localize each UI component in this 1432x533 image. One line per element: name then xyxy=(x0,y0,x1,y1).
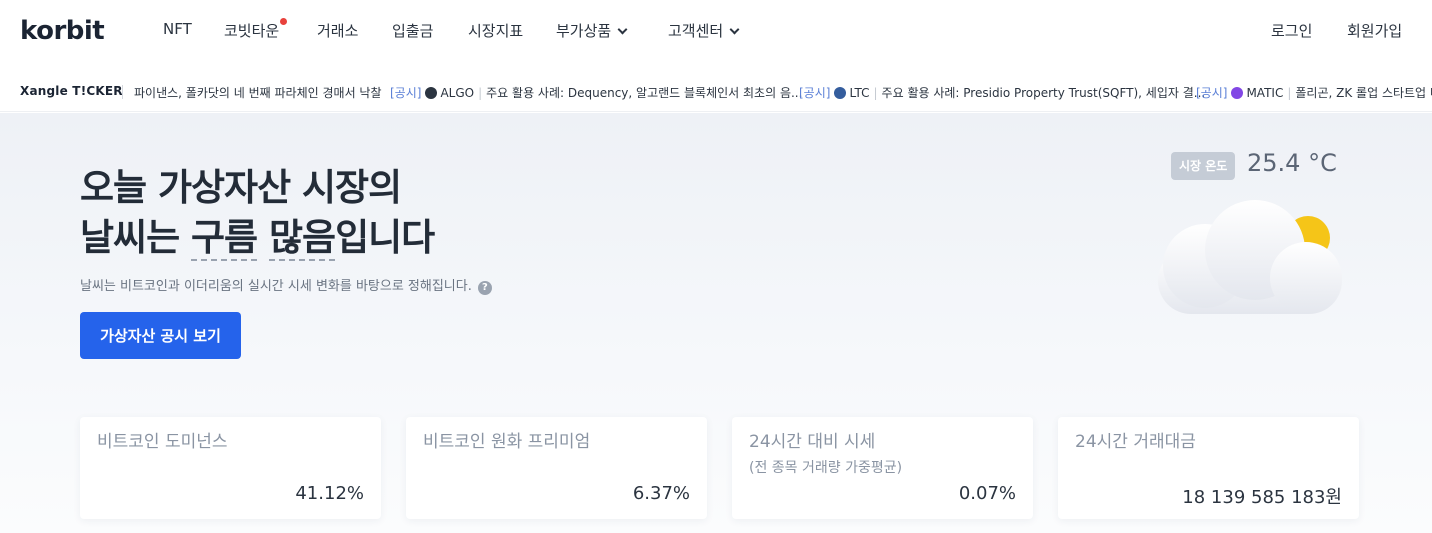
news-ticker: Xangle T!CKER 파이낸스, 폴카닷의 네 번째 파라체인 경매서 낙… xyxy=(0,72,1432,112)
cloudy-weather-icon xyxy=(1158,200,1342,314)
ticker-text: 폴리곤, ZK 롤업 스타트업 미 xyxy=(1295,86,1432,100)
card-value: 18 139 585 183원 xyxy=(1182,487,1342,508)
nav-customer-center[interactable]: 고객센터 xyxy=(668,20,740,41)
title-line-1: 오늘 가상자산 시장의 xyxy=(80,166,402,209)
trading-volume-24h-card[interactable]: 24시간 거래대금 18 139 585 183원 xyxy=(1058,417,1359,519)
weather-word-cloud: 구름 xyxy=(191,216,258,261)
market-temperature-value: 25.4 °C xyxy=(1247,149,1337,177)
nav-korbit-town-label: 코빗타운 xyxy=(224,22,280,40)
card-value: 6.37% xyxy=(632,483,690,504)
btc-krw-premium-card[interactable]: 비트코인 원화 프리미엄 6.37% xyxy=(406,417,707,519)
nav-additional-products-label: 부가상품 xyxy=(556,22,612,40)
price-change-24h-card[interactable]: 24시간 대비 시세 (전 종목 거래량 가중평균) 0.07% xyxy=(732,417,1033,519)
top-navigation: korbit NFT 코빗타운 거래소 입출금 시장지표 부가상품 고객센터 로… xyxy=(0,0,1432,64)
ticker-text: 파이낸스, 폴카닷의 네 번째 파라체인 경매서 낙찰 xyxy=(134,86,382,100)
card-value: 0.07% xyxy=(958,483,1016,504)
ticker-item[interactable]: 파이낸스, 폴카닷의 네 번째 파라체인 경매서 낙찰 xyxy=(134,84,382,101)
login-link[interactable]: 로그인 xyxy=(1271,20,1312,41)
card-value: 41.12% xyxy=(295,483,364,504)
algo-coin-icon xyxy=(425,87,438,99)
signup-link[interactable]: 회원가입 xyxy=(1347,20,1402,41)
ticker-tag: [공시] xyxy=(390,86,422,100)
weather-word-many: 많음 xyxy=(269,216,336,261)
ticker-bar: | xyxy=(478,86,483,100)
chevron-down-icon xyxy=(729,24,740,35)
matic-coin-icon xyxy=(1231,87,1244,99)
xangle-ticker-brand: Xangle T!CKER xyxy=(20,84,123,98)
ticker-tag: [공시] xyxy=(1196,86,1228,100)
subtitle-text: 날씨는 비트코인과 이더리움의 실시간 시세 변화를 바탕으로 정해집니다. xyxy=(80,279,472,294)
question-mark-icon[interactable]: ? xyxy=(477,281,492,295)
ticker-coin: LTC xyxy=(849,86,870,100)
nav-nft[interactable]: NFT xyxy=(163,20,192,38)
title-prefix: 날씨는 xyxy=(80,216,192,259)
ticker-tag: [공시] xyxy=(799,86,831,100)
hero-subtitle: 날씨는 비트코인과 이더리움의 실시간 시세 변화를 바탕으로 정해집니다.? xyxy=(80,275,492,295)
btc-dominance-card[interactable]: 비트코인 도미넌스 41.12% xyxy=(80,417,381,519)
ticker-bar: | xyxy=(873,86,878,100)
notification-dot xyxy=(280,18,288,25)
ticker-text: 주요 활용 사례: Presidio Property Trust(SQFT),… xyxy=(881,86,1206,100)
ticker-divider xyxy=(122,85,123,99)
nav-exchange[interactable]: 거래소 xyxy=(317,20,358,41)
view-disclosures-button[interactable]: 가상자산 공시 보기 xyxy=(80,312,241,359)
nav-deposit-withdraw[interactable]: 입출금 xyxy=(392,20,433,41)
ticker-coin: ALGO xyxy=(440,86,475,100)
nav-market-indicators[interactable]: 시장지표 xyxy=(468,20,523,41)
ticker-coin: MATIC xyxy=(1246,86,1284,100)
nav-additional-products[interactable]: 부가상품 xyxy=(556,20,628,41)
card-title: 24시간 거래대금 xyxy=(1075,432,1196,452)
page-title: 오늘 가상자산 시장의 날씨는 구름 많음입니다 xyxy=(80,163,435,263)
ticker-text: 주요 활용 사례: Dequency, 알고랜드 블록체인서 최초의 음... xyxy=(486,86,803,100)
ticker-item[interactable]: [공시] ALGO | 주요 활용 사례: Dequency, 알고랜드 블록체인서 … xyxy=(390,84,802,101)
ticker-item[interactable]: [공시] MATIC | 폴리곤, ZK 롤업 스타트업 미 xyxy=(1196,84,1432,101)
card-title: 24시간 대비 시세 xyxy=(749,432,876,452)
ltc-coin-icon xyxy=(834,87,847,99)
market-temperature-label: 시장 온도 xyxy=(1171,152,1236,180)
title-line-2: 날씨는 구름 많음입니다 xyxy=(80,213,435,263)
card-subtitle: (전 종목 거래량 가중평균) xyxy=(749,460,903,476)
card-title: 비트코인 원화 프리미엄 xyxy=(423,432,591,452)
nav-korbit-town[interactable]: 코빗타운 xyxy=(224,18,288,41)
korbit-logo[interactable]: korbit xyxy=(20,16,105,46)
chevron-down-icon xyxy=(617,24,628,35)
card-title: 비트코인 도미넌스 xyxy=(97,432,228,452)
ticker-bar: | xyxy=(1287,86,1292,100)
ticker-item[interactable]: [공시] LTC | 주요 활용 사례: Presidio Property Trus… xyxy=(799,84,1205,101)
nav-customer-center-label: 고객센터 xyxy=(668,22,724,40)
title-suffix: 입니다 xyxy=(335,216,435,259)
